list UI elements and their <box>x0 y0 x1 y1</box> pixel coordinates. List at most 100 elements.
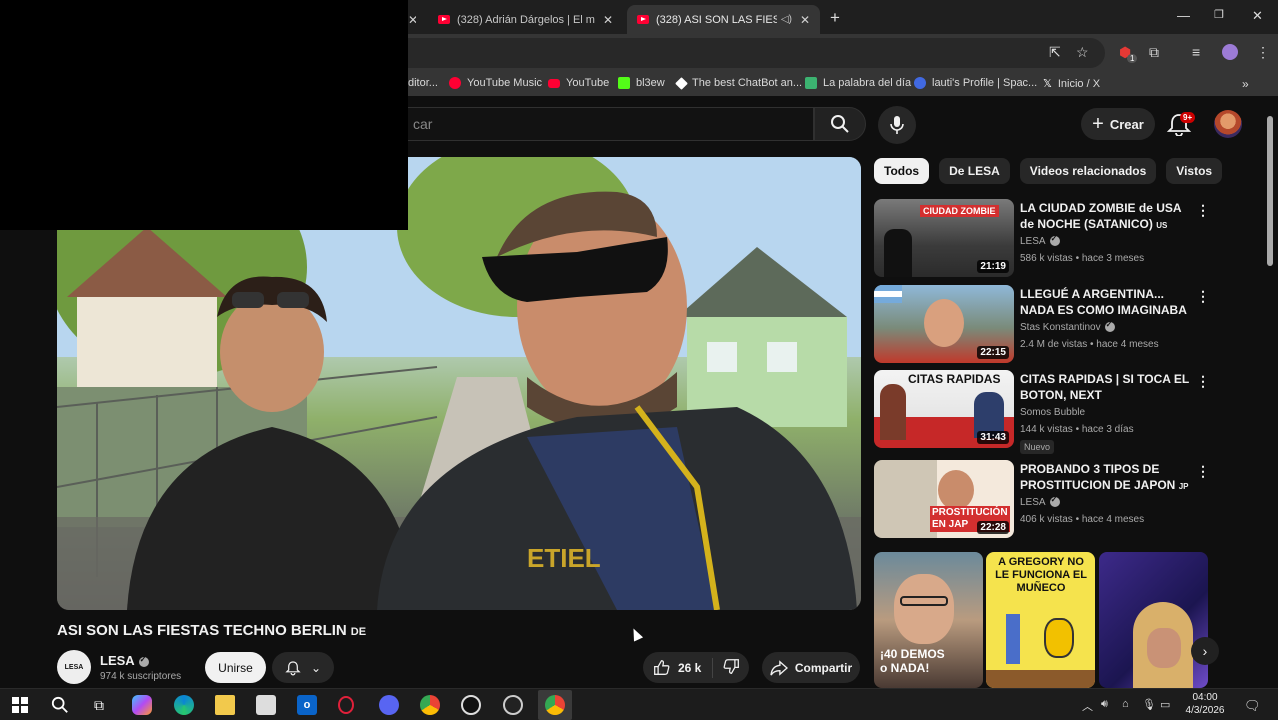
microphone-icon[interactable]: 🎙︎ <box>1142 698 1156 711</box>
install-app-icon[interactable]: ⇱ <box>1049 44 1061 61</box>
verified-icon <box>1049 495 1060 508</box>
copilot-icon[interactable] <box>132 695 152 715</box>
recommendation-item[interactable]: 22:15 LLEGUÉ A ARGENTINA... NADA ES COMO… <box>874 285 1214 365</box>
bookmark-item[interactable]: La palabra del día <box>805 77 911 89</box>
opera-icon[interactable] <box>338 696 354 714</box>
speaker-icon[interactable]: 🔊︎ <box>1101 698 1108 711</box>
create-button[interactable]: + Crear <box>1081 108 1155 140</box>
bookmark-star-icon[interactable]: ☆ <box>1076 44 1089 61</box>
discord-icon[interactable] <box>379 695 399 715</box>
bookmark-item[interactable]: 𝕏 Inicio / X <box>1043 77 1100 91</box>
subscription-bell-button[interactable]: ⌄ <box>272 652 334 683</box>
tab-close-partial[interactable]: ✕ <box>408 5 416 34</box>
channel-name[interactable]: LESA <box>100 653 149 668</box>
thumbnail-caption: CIUDAD ZOMBIE <box>920 205 999 217</box>
share-label: Compartir <box>794 660 853 675</box>
close-window-button[interactable]: ✕ <box>1252 8 1263 24</box>
video-thumbnail[interactable]: PROSTITUCIÓN EN JAP 22:28 <box>874 460 1014 538</box>
page-scrollbar[interactable] <box>1267 116 1273 266</box>
plus-icon: + <box>1092 113 1104 135</box>
tray-chevron-icon[interactable]: ︿ <box>1082 698 1093 714</box>
profile-avatar-icon[interactable] <box>1222 44 1238 60</box>
recommendation-meta: 2.4 M de vistas • hace 4 meses <box>1020 339 1159 350</box>
shelf-next-arrow-icon[interactable]: › <box>1191 637 1219 665</box>
new-tab-button[interactable]: + <box>830 8 840 28</box>
more-actions-icon[interactable]: ⋮ <box>1196 288 1210 305</box>
bookmark-item[interactable]: YouTube Music <box>449 77 542 89</box>
speaker-icon[interactable]: ◁) <box>781 14 792 25</box>
bookmark-item[interactable]: lauti's Profile | Spac... <box>914 77 1037 89</box>
bookmark-item[interactable]: ditor... <box>408 77 438 89</box>
recommendation-item[interactable]: CITAS RAPIDAS 31:43 CITAS RAPIDAS | SI T… <box>874 370 1214 454</box>
share-arrow-icon <box>770 659 788 676</box>
maximize-button[interactable]: ❐ <box>1214 8 1224 21</box>
account-avatar[interactable] <box>1214 110 1242 138</box>
outlook-icon[interactable]: o <box>297 695 317 715</box>
join-button[interactable]: Unirse <box>205 652 266 683</box>
browser-tab-2[interactable]: (328) ASI SON LAS FIESTAS ◁) ✕ <box>627 5 820 34</box>
search-input[interactable]: car <box>380 107 814 141</box>
windows-start-icon[interactable] <box>10 695 30 715</box>
notification-center-icon[interactable]: 🗨︎ <box>1244 698 1261 714</box>
chip-videos-relacionados[interactable]: Videos relacionados <box>1019 158 1157 184</box>
svg-text:ETIEL: ETIEL <box>527 543 601 573</box>
recommendation-item[interactable]: CIUDAD ZOMBIE 21:19 LA CIUDAD ZOMBIE de … <box>874 199 1214 279</box>
reading-list-icon[interactable]: ≡ <box>1192 44 1200 60</box>
chrome-active-icon[interactable] <box>538 690 572 720</box>
thumbs-up-icon <box>654 660 670 675</box>
more-actions-icon[interactable]: ⋮ <box>1196 373 1210 390</box>
like-button[interactable]: 26 k <box>643 657 713 678</box>
system-clock[interactable]: 04:00 4/3/2026 <box>1180 691 1230 717</box>
clock-date: 4/3/2026 <box>1185 705 1225 716</box>
store-icon[interactable] <box>256 695 276 715</box>
voice-search-button[interactable] <box>878 106 916 144</box>
dislike-button[interactable] <box>713 658 740 678</box>
more-bookmarks-icon[interactable]: » <box>1242 77 1249 91</box>
more-actions-icon[interactable]: ⋮ <box>1196 463 1210 480</box>
close-tab-icon[interactable]: ✕ <box>800 13 810 27</box>
recommendation-channel[interactable]: LESA <box>1020 234 1060 247</box>
bookmark-item[interactable]: bl3ew <box>618 77 665 89</box>
short-thumbnail[interactable]: A GREGORY NO LE FUNCIONA EL MUÑECO <box>986 552 1095 688</box>
recommendation-item[interactable]: PROSTITUCIÓN EN JAP 22:28 PROBANDO 3 TIP… <box>874 460 1214 540</box>
recommendation-meta: 144 k vistas • hace 3 días <box>1020 424 1134 435</box>
close-tab-icon[interactable]: ✕ <box>603 13 613 27</box>
create-label: Crear <box>1109 116 1144 132</box>
recommendation-channel[interactable]: LESA <box>1020 495 1060 508</box>
minimize-button[interactable]: — <box>1177 8 1190 23</box>
network-icon[interactable]: ⌂ <box>1122 698 1129 710</box>
video-thumbnail[interactable]: CITAS RAPIDAS 31:43 <box>874 370 1014 448</box>
recommendation-channel[interactable]: Somos Bubble <box>1020 407 1085 418</box>
app-icon[interactable] <box>461 695 481 715</box>
share-button[interactable]: Compartir <box>762 652 860 683</box>
chevron-down-icon: ⌄ <box>310 660 322 675</box>
video-thumbnail[interactable]: 22:15 <box>874 285 1014 363</box>
youtube-music-icon <box>449 77 461 89</box>
bookmark-item[interactable]: The best ChatBot an... <box>675 76 802 90</box>
recommendation-channel[interactable]: Stas Konstantinov <box>1020 320 1115 333</box>
short-thumbnail[interactable]: ¡40 DEMOS o NADA! <box>874 552 983 688</box>
display-icon[interactable]: ▭ <box>1160 698 1170 711</box>
short-caption: A GREGORY NO LE FUNCIONA EL MUÑECO <box>995 556 1087 594</box>
channel-avatar[interactable]: LESA <box>57 650 91 684</box>
short-thumbnail[interactable] <box>1099 552 1208 688</box>
extensions-puzzle-icon[interactable]: ⧉ <box>1149 44 1159 61</box>
chip-de-lesa[interactable]: De LESA <box>939 158 1010 184</box>
more-actions-icon[interactable]: ⋮ <box>1196 202 1210 219</box>
chip-todos[interactable]: Todos <box>874 158 930 184</box>
obs-icon[interactable] <box>503 695 523 715</box>
task-view-icon[interactable]: ⧉ <box>89 695 109 715</box>
video-thumbnail[interactable]: CIUDAD ZOMBIE 21:19 <box>874 199 1014 277</box>
recommendation-meta: 406 k vistas • hace 4 meses <box>1020 514 1145 525</box>
browser-tab-1[interactable]: (328) Adrián Dárgelos | El músic ✕ <box>428 5 623 34</box>
search-button[interactable] <box>814 107 866 141</box>
file-explorer-icon[interactable] <box>215 695 235 715</box>
edge-icon[interactable] <box>174 695 194 715</box>
bookmark-item[interactable]: YouTube <box>548 77 609 89</box>
menu-kebab-icon[interactable]: ⋮ <box>1256 44 1270 61</box>
chrome-icon[interactable] <box>420 695 440 715</box>
windows-taskbar: ⧉ o ︿ 🔊︎ ⌂ 🎙︎ ▭ 04:00 4/3/2026 🗨︎ <box>0 688 1278 720</box>
search-icon[interactable] <box>50 695 70 715</box>
chip-vistos[interactable]: Vistos <box>1166 158 1223 184</box>
x-icon: 𝕏 <box>1043 78 1052 90</box>
